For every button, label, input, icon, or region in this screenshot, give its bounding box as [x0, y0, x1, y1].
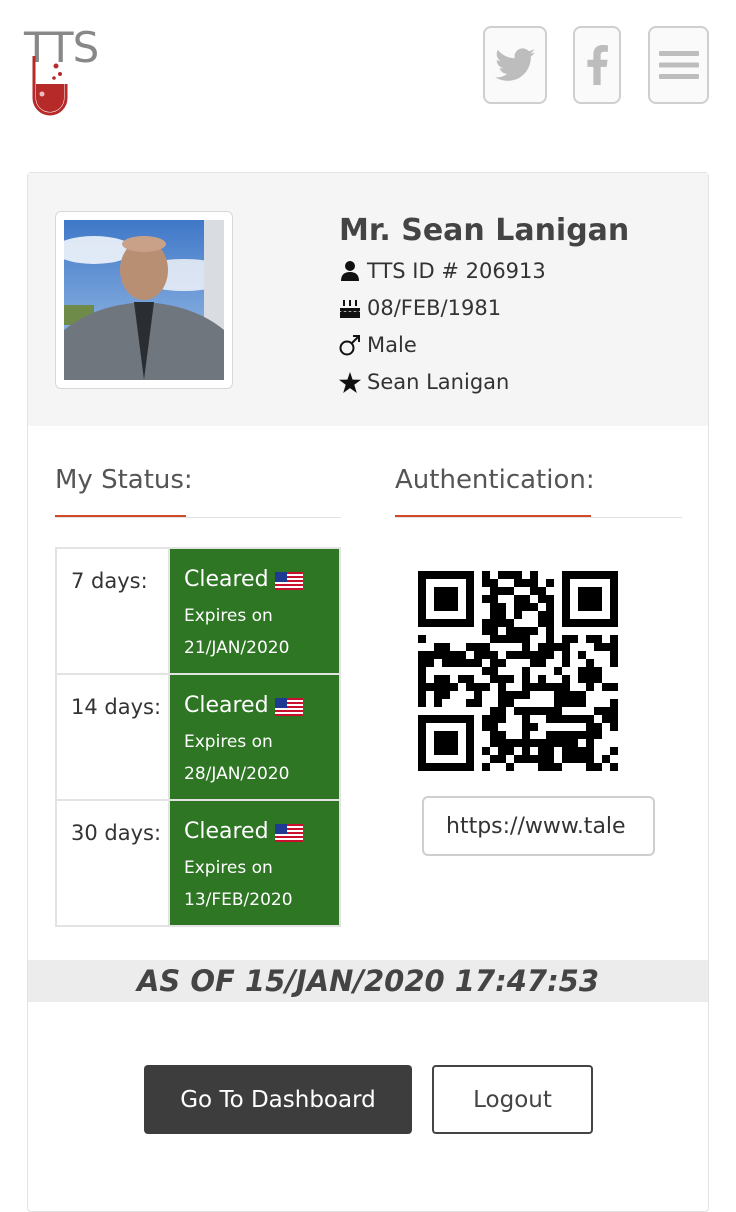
facebook-icon [587, 45, 608, 85]
twitter-button[interactable] [483, 26, 547, 104]
date-of-birth: 08/FEB/1981 [367, 296, 502, 320]
twitter-icon [495, 48, 535, 81]
expires-label: Expires on [184, 732, 273, 752]
my-status-divider [55, 517, 341, 518]
menu-button[interactable] [648, 26, 709, 104]
tts-id-row: TTS ID # 206913 [339, 259, 546, 283]
logout-button[interactable]: Logout [432, 1065, 593, 1134]
authentication-divider [395, 517, 682, 518]
status-cell: Cleared Expires on 21/JAN/2020 [168, 547, 341, 675]
status-cleared: Cleared [184, 693, 269, 718]
gender-row: Male [339, 333, 417, 357]
alias-row: Sean Lanigan [339, 370, 509, 394]
site-header: TTS [0, 0, 736, 140]
tts-id: TTS ID # 206913 [367, 259, 546, 283]
status-period: 30 days: [55, 799, 170, 927]
table-row: 30 days: Cleared Expires on 13/FEB/2020 [55, 799, 341, 927]
authentication-url-field[interactable]: https://www.tale [422, 796, 655, 856]
dob-row: 08/FEB/1981 [339, 296, 501, 320]
profile-card: Mr. Sean Lanigan TTS ID # 206913 08/FEB/… [27, 172, 709, 1212]
status-cell: Cleared Expires on 28/JAN/2020 [168, 673, 341, 801]
profile-name: Mr. Sean Lanigan [339, 213, 630, 248]
as-of-timestamp: AS OF 15/JAN/2020 17:47:53 [28, 960, 708, 1002]
go-to-dashboard-button[interactable]: Go To Dashboard [144, 1065, 412, 1134]
us-flag-icon [274, 823, 303, 842]
my-status-heading: My Status: [55, 465, 193, 495]
hamburger-menu-icon [658, 51, 699, 79]
facebook-button[interactable] [573, 26, 621, 104]
expires-date: 28/JAN/2020 [184, 764, 290, 784]
profile-photo-frame [55, 211, 233, 389]
status-period: 14 days: [55, 673, 170, 801]
us-flag-icon [274, 697, 303, 716]
alias-name: Sean Lanigan [367, 370, 510, 394]
status-cell: Cleared Expires on 13/FEB/2020 [168, 799, 341, 927]
status-table: 7 days: Cleared Expires on 21/JAN/2020 1… [55, 547, 341, 927]
us-flag-icon [274, 571, 303, 590]
status-cleared: Cleared [184, 819, 269, 844]
table-row: 7 days: Cleared Expires on 21/JAN/2020 [55, 547, 341, 675]
authentication-heading: Authentication: [395, 465, 595, 495]
expires-date: 13/FEB/2020 [184, 890, 293, 910]
test-tube-icon [32, 56, 68, 116]
star-icon [339, 371, 361, 393]
birthday-cake-icon [339, 297, 361, 319]
my-status-accent [55, 515, 186, 517]
profile-photo [64, 220, 224, 380]
gender: Male [367, 333, 417, 357]
status-period: 7 days: [55, 547, 170, 675]
male-symbol-icon [339, 334, 361, 356]
expires-label: Expires on [184, 606, 273, 626]
table-row: 14 days: Cleared Expires on 28/JAN/2020 [55, 673, 341, 801]
expires-date: 21/JAN/2020 [184, 638, 290, 658]
user-icon [339, 260, 361, 282]
authentication-accent [395, 515, 591, 517]
qr-code[interactable] [418, 571, 618, 771]
status-cleared: Cleared [184, 567, 269, 592]
profile-section: Mr. Sean Lanigan TTS ID # 206913 08/FEB/… [28, 173, 708, 426]
expires-label: Expires on [184, 858, 273, 878]
tts-logo[interactable]: TTS [24, 26, 99, 122]
